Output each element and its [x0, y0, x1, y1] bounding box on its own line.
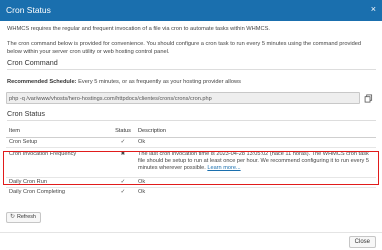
row-item: Daily Cron Run [6, 176, 111, 187]
intro-text: WHMCS requires the regular and frequent … [7, 26, 271, 32]
cron-status-modal: Cron Status × WHMCS requires the regular… [0, 0, 382, 250]
table-header-row: Item Status Description [6, 125, 376, 138]
schedule-text: Every 5 minutes, or as frequently as you… [78, 79, 241, 85]
modal-body: WHMCS requires the regular and frequent … [0, 21, 382, 232]
check-icon: ✓ [111, 186, 135, 197]
close-button[interactable]: Close [348, 236, 376, 248]
row-description-cell: The last cron invocation time is 2023-04… [135, 146, 376, 177]
copy-icon[interactable] [364, 94, 373, 103]
divider [7, 120, 376, 121]
cron-command-text: php -q /var/www/vhosts/hero-hostings.com… [9, 95, 212, 102]
row-item: Cron Invocation Frequency [6, 146, 111, 177]
section-title-cron-status: Cron Status [7, 109, 45, 118]
schedule-label: Recommended Schedule: [7, 79, 77, 85]
row-item: Cron Setup [6, 136, 111, 147]
refresh-icon: ↻ [10, 214, 16, 220]
divider [7, 69, 376, 70]
modal-title: Cron Status [6, 5, 51, 15]
error-icon: ✖ [111, 146, 135, 177]
cron-status-table: Item Status Description Cron Setup ✓ Ok … [6, 125, 376, 197]
check-icon: ✓ [111, 136, 135, 147]
column-header-status: Status [111, 125, 135, 138]
row-description: Ok [135, 136, 376, 147]
modal-footer: Close [0, 232, 382, 250]
table-row: Daily Cron Run ✓ Ok [6, 176, 376, 187]
column-header-item: Item [6, 125, 111, 138]
description-text: The cron command below is provided for c… [7, 41, 362, 55]
recommended-schedule: Recommended Schedule: Every 5 minutes, o… [7, 79, 241, 86]
table-row: Daily Cron Completing ✓ Ok [6, 186, 376, 197]
row-description: Ok [135, 186, 376, 197]
refresh-label: Refresh [17, 214, 36, 220]
row-description: Ok [135, 176, 376, 187]
table-row-alert: Cron Invocation Frequency ✖ The last cro… [6, 146, 376, 177]
refresh-button[interactable]: ↻ Refresh [6, 212, 41, 223]
cron-command-field[interactable]: php -q /var/www/vhosts/hero-hostings.com… [6, 92, 360, 104]
table-row: Cron Setup ✓ Ok [6, 136, 376, 147]
modal-header: Cron Status × [0, 0, 382, 21]
column-header-description: Description [135, 125, 376, 138]
check-icon: ✓ [111, 176, 135, 187]
close-icon[interactable]: × [371, 5, 376, 14]
row-item: Daily Cron Completing [6, 186, 111, 197]
row-description: The last cron invocation time is 2023-04… [138, 150, 369, 171]
learn-more-link[interactable]: Learn more... [207, 165, 240, 171]
section-title-cron-command: Cron Command [7, 58, 58, 67]
